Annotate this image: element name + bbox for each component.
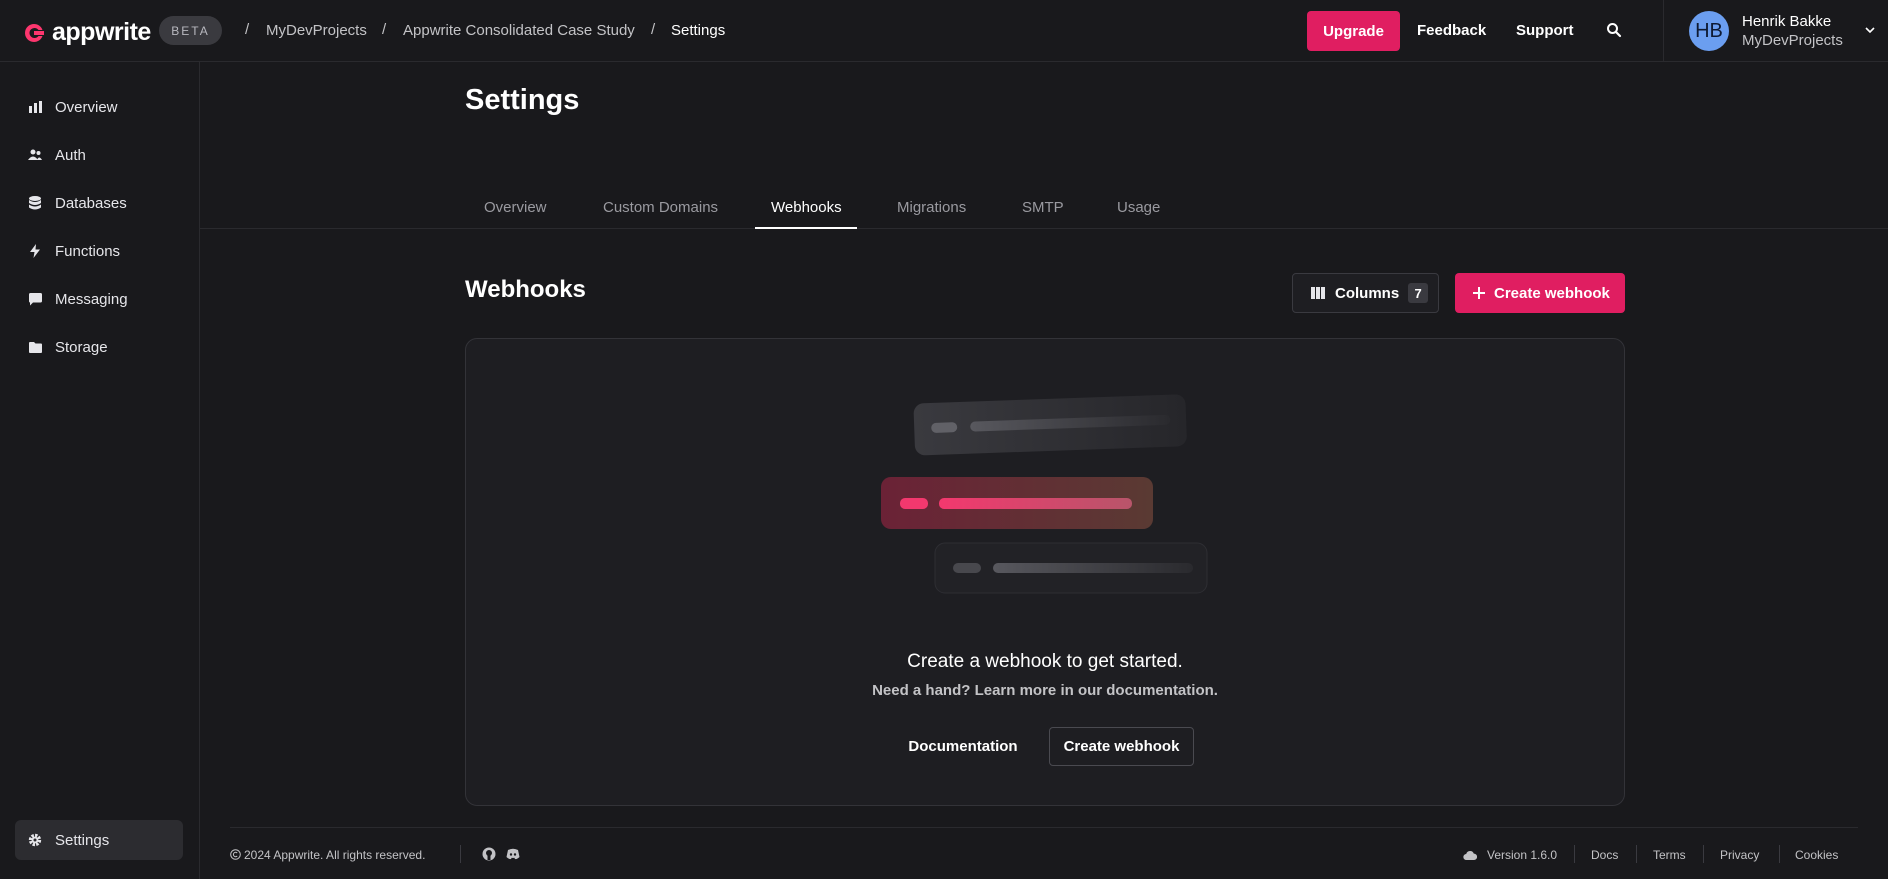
appwrite-logo[interactable]: appwrite <box>22 18 151 47</box>
sidebar-item-databases[interactable]: Databases <box>15 183 183 223</box>
user-name[interactable]: Henrik Bakke <box>1742 13 1831 30</box>
upgrade-button[interactable]: Upgrade <box>1307 11 1400 51</box>
avatar[interactable]: HB <box>1689 11 1729 51</box>
gear-icon <box>28 833 42 847</box>
footer-link-docs[interactable]: Docs <box>1591 848 1618 862</box>
copyright-icon <box>230 849 241 860</box>
section-title: Webhooks <box>465 276 586 303</box>
tab-migrations[interactable]: Migrations <box>897 199 966 216</box>
footer-divider <box>230 827 1858 828</box>
copyright-text: 2024 Appwrite. All rights reserved. <box>244 848 426 862</box>
search-icon[interactable] <box>1606 22 1622 38</box>
breadcrumb-project[interactable]: Appwrite Consolidated Case Study <box>403 22 635 39</box>
page-title: Settings <box>465 84 580 116</box>
tab-custom-domains[interactable]: Custom Domains <box>603 199 718 216</box>
columns-count-badge: 7 <box>1408 283 1429 303</box>
sidebar-item-label: Storage <box>55 338 108 356</box>
sidebar-item-label: Settings <box>55 831 110 849</box>
sidebar: Overview Auth Databases Functions Messag… <box>0 62 200 879</box>
sidebar-item-label: Auth <box>55 146 86 164</box>
discord-icon[interactable] <box>506 847 520 861</box>
columns-icon <box>1311 287 1325 299</box>
sidebar-item-storage[interactable]: Storage <box>15 327 183 367</box>
chat-icon <box>28 292 42 306</box>
cloud-icon <box>1463 851 1477 861</box>
columns-label: Columns <box>1335 284 1400 302</box>
sidebar-item-label: Messaging <box>55 290 128 308</box>
sidebar-item-auth[interactable]: Auth <box>15 135 183 175</box>
tab-usage[interactable]: Usage <box>1117 199 1160 216</box>
version-text: Version 1.6.0 <box>1487 848 1558 862</box>
feedback-link[interactable]: Feedback <box>1417 22 1486 39</box>
footer-separator <box>1703 845 1704 863</box>
logo-text: appwrite <box>52 18 151 46</box>
sidebar-item-overview[interactable]: Overview <box>15 87 183 127</box>
footer-separator <box>1779 845 1780 863</box>
tab-smtp[interactable]: SMTP <box>1022 199 1064 216</box>
footer-separator <box>460 845 461 863</box>
database-icon <box>28 196 42 210</box>
columns-button[interactable]: Columns 7 <box>1292 273 1439 313</box>
create-webhook-secondary-button[interactable]: Create webhook <box>1049 727 1194 766</box>
breadcrumb-separator: / <box>245 21 250 38</box>
user-org[interactable]: MyDevProjects <box>1742 32 1843 49</box>
sidebar-item-functions[interactable]: Functions <box>15 231 183 271</box>
sidebar-item-label: Functions <box>55 242 121 260</box>
create-webhook-label: Create webhook <box>1494 284 1610 302</box>
appwrite-logo-icon <box>25 23 44 42</box>
github-icon[interactable] <box>482 847 496 861</box>
footer-separator <box>1574 845 1575 863</box>
empty-state-title: Create a webhook to get started. <box>907 651 1183 672</box>
empty-state-card <box>465 338 1625 806</box>
users-icon <box>28 148 42 162</box>
breadcrumb-current: Settings <box>671 22 726 39</box>
breadcrumb-separator: / <box>382 21 387 38</box>
breadcrumb-org[interactable]: MyDevProjects <box>266 22 367 39</box>
chevron-down-icon[interactable] <box>1864 24 1876 36</box>
sidebar-item-settings[interactable]: Settings <box>15 820 183 860</box>
create-webhook-button[interactable]: Create webhook <box>1455 273 1625 313</box>
sidebar-item-label: Databases <box>55 194 127 212</box>
chart-icon <box>28 100 42 114</box>
breadcrumb-separator: / <box>651 21 656 38</box>
footer-link-terms[interactable]: Terms <box>1653 848 1686 862</box>
settings-tabs: Overview Custom Domains Webhooks Migrati… <box>200 190 1888 229</box>
active-tab-indicator <box>755 227 857 229</box>
plus-icon <box>1473 287 1485 299</box>
empty-state-illustration <box>881 394 1208 594</box>
top-header: appwrite BETA / MyDevProjects / Appwrite… <box>0 0 1888 62</box>
beta-badge: BETA <box>159 16 222 45</box>
sidebar-item-label: Overview <box>55 98 118 116</box>
documentation-button[interactable]: Documentation <box>897 727 1029 766</box>
lightning-icon <box>28 244 42 258</box>
empty-state-subtitle: Need a hand? Learn more in our documenta… <box>872 682 1218 699</box>
tab-webhooks[interactable]: Webhooks <box>771 199 842 216</box>
support-link[interactable]: Support <box>1516 22 1574 39</box>
footer-link-cookies[interactable]: Cookies <box>1795 848 1838 862</box>
footer-link-privacy[interactable]: Privacy <box>1720 848 1759 862</box>
sidebar-item-messaging[interactable]: Messaging <box>15 279 183 319</box>
tab-overview[interactable]: Overview <box>484 199 547 216</box>
folder-icon <box>28 340 42 354</box>
header-divider <box>1663 0 1664 62</box>
footer-separator <box>1636 845 1637 863</box>
